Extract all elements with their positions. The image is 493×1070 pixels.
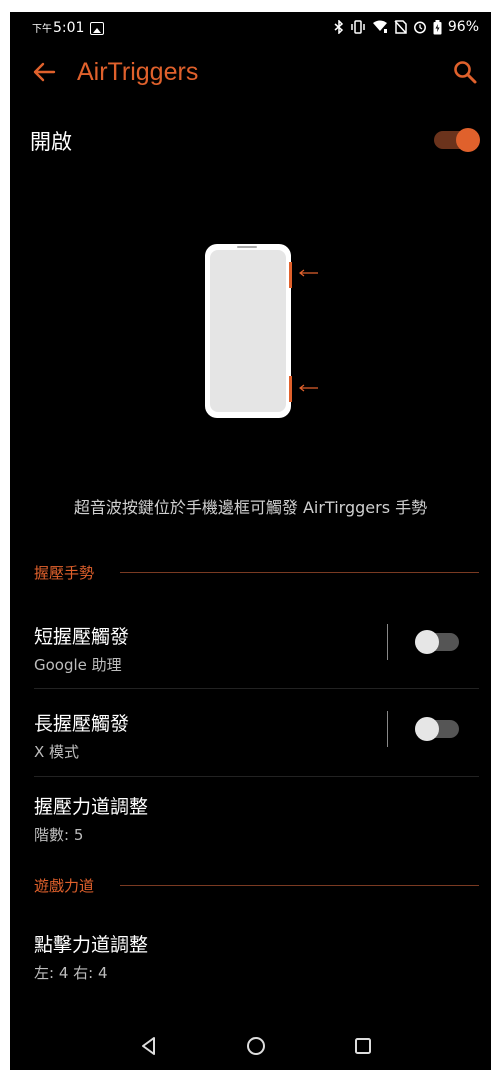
battery-charging-icon xyxy=(433,19,442,34)
status-right: 96% xyxy=(334,19,479,35)
alarm-icon xyxy=(413,21,426,34)
toggle-thumb xyxy=(415,630,439,654)
phone-illustration xyxy=(205,244,291,418)
battery-percent: 96% xyxy=(447,19,479,35)
main-switch-label: 開啟 xyxy=(30,130,72,154)
bluetooth-icon xyxy=(334,20,343,34)
section-title-grip: 握壓手勢 xyxy=(34,564,95,582)
status-time: 5:01 xyxy=(53,20,85,36)
upper-trigger-indicator xyxy=(289,262,292,288)
upper-trigger-arrow-icon xyxy=(299,269,318,277)
back-triangle-icon[interactable] xyxy=(137,1034,161,1058)
description-text: 超音波按鍵位於手機邊框可觸發 AirTirggers 手勢 xyxy=(73,498,428,517)
item-title: 點擊力道調整 xyxy=(34,934,149,956)
long-squeeze-toggle[interactable] xyxy=(415,717,463,741)
item-subtitle: 左: 4 右: 4 xyxy=(34,964,108,982)
toggle-thumb xyxy=(456,128,480,152)
page-title: AirTriggers xyxy=(77,58,199,86)
list-item-tap-force[interactable]: 點擊力道調整 左: 4 右: 4 xyxy=(34,930,479,983)
section-header-game: 遊戲力道 xyxy=(34,875,479,895)
toggle-thumb xyxy=(415,717,439,741)
section-divider-line xyxy=(120,572,479,573)
item-subtitle: 階數: 5 xyxy=(34,826,84,844)
vibrate-icon xyxy=(351,20,365,34)
list-item-long-squeeze[interactable]: 長握壓觸發 X 模式 xyxy=(34,709,479,762)
item-subtitle: X 模式 xyxy=(34,743,80,761)
vertical-divider xyxy=(387,624,388,660)
section-title-game: 遊戲力道 xyxy=(34,877,95,895)
section-divider-line xyxy=(120,885,479,886)
home-circle-icon[interactable] xyxy=(244,1034,268,1058)
image-notification-icon xyxy=(90,21,105,35)
status-left: 下午5:01 xyxy=(32,20,105,36)
search-icon[interactable] xyxy=(451,58,479,86)
list-item-short-squeeze[interactable]: 短握壓觸發 Google 助理 xyxy=(34,622,479,675)
no-sim-icon xyxy=(394,20,407,34)
status-bar: 下午5:01 96% xyxy=(10,12,491,44)
recents-square-icon[interactable] xyxy=(351,1034,375,1058)
status-ampm: 下午 xyxy=(32,24,52,35)
list-divider xyxy=(34,688,479,689)
list-item-squeeze-force[interactable]: 握壓力道調整 階數: 5 xyxy=(34,792,479,845)
wifi-icon xyxy=(372,20,387,33)
main-switch-row[interactable]: 開啟 xyxy=(10,120,491,160)
phone-screen xyxy=(210,250,286,412)
phone-notch xyxy=(237,246,257,248)
lower-trigger-indicator xyxy=(289,376,292,402)
arrow-left-icon[interactable] xyxy=(30,58,58,86)
app-bar: AirTriggers xyxy=(10,54,491,98)
item-subtitle: Google 助理 xyxy=(34,656,122,674)
item-title: 長握壓觸發 xyxy=(34,713,130,735)
vertical-divider xyxy=(387,711,388,747)
section-header-grip: 握壓手勢 xyxy=(34,562,479,582)
screen: 下午5:01 96% AirTriggers 開啟 超音波按鍵位於手機邊框可觸發… xyxy=(10,12,491,1070)
lower-trigger-arrow-icon xyxy=(299,384,318,392)
navigation-bar xyxy=(10,1022,491,1070)
list-divider xyxy=(34,776,479,777)
short-squeeze-toggle[interactable] xyxy=(415,630,463,654)
main-toggle-switch[interactable] xyxy=(434,128,482,152)
item-title: 握壓力道調整 xyxy=(34,796,149,818)
item-title: 短握壓觸發 xyxy=(34,626,130,648)
